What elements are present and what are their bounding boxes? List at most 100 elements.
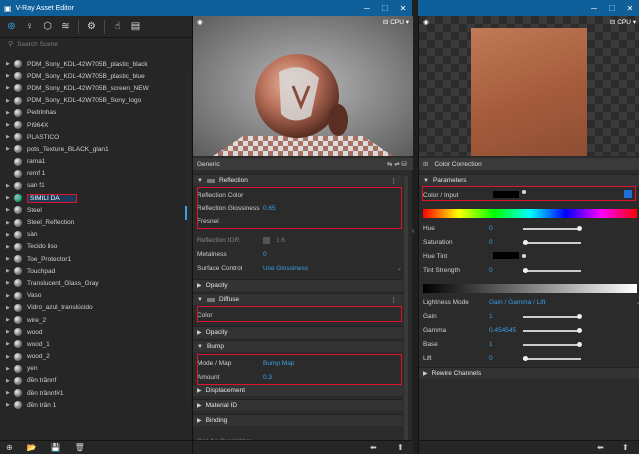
slider-knob[interactable] — [523, 240, 528, 245]
saturation-slider[interactable] — [523, 242, 581, 244]
expand-arrow-icon[interactable]: ▶ — [6, 207, 14, 213]
list-item[interactable]: ▶ wood_1 — [0, 338, 186, 350]
lightness-gradient-bar[interactable] — [423, 284, 637, 293]
diffuse-section-header[interactable]: ▼ Diffuse ⋮ — [193, 293, 403, 305]
list-item[interactable]: ▶ PDM_Sony_KDL-42W705B_plastic_blue — [0, 70, 186, 82]
chevron-down-icon[interactable]: ⌄ — [397, 264, 402, 272]
list-item[interactable]: ▶ Touchpad — [0, 265, 186, 277]
list-scrollbar-track[interactable] — [187, 74, 190, 404]
close-button-2[interactable]: ✕ — [621, 0, 639, 16]
expand-arrow-icon[interactable]: ▶ — [6, 244, 14, 250]
list-item[interactable]: ▶ đền trầnnf — [0, 375, 186, 387]
slider-knob[interactable] — [577, 314, 582, 319]
list-item[interactable]: ▶ Pedrinhas — [0, 107, 186, 119]
preview-eye-icon[interactable]: ◉ — [197, 18, 203, 28]
interactive-render-icon[interactable]: ☝ — [110, 19, 125, 34]
list-item[interactable]: rama1 — [0, 156, 186, 168]
list-item[interactable]: ▶ Steel_Reflection — [0, 216, 186, 228]
expand-arrow-icon[interactable]: ▶ — [6, 268, 14, 274]
list-item[interactable]: ▶ Tecido liso — [0, 241, 186, 253]
tint-strength-value[interactable]: 0 — [489, 267, 493, 274]
maximize-button[interactable]: ☐ — [376, 0, 394, 16]
bump-section-header[interactable]: ▼ Bump — [193, 340, 403, 352]
list-item[interactable]: ▶ Toe_Protector1 — [0, 253, 186, 265]
expand-arrow-icon[interactable]: ▶ — [6, 134, 14, 140]
slider-knob[interactable] — [577, 328, 582, 333]
expand-arrow-icon[interactable]: ▶ — [6, 232, 14, 238]
expand-arrow-icon[interactable]: ▶ — [6, 305, 14, 311]
list-item[interactable]: ▶ PLASTICO — [0, 131, 186, 143]
settings-gear-icon[interactable]: ⚙ — [84, 19, 99, 34]
parameters-section-header[interactable]: ▼ Parameters — [419, 174, 639, 186]
hue-tint-swatch[interactable] — [493, 252, 519, 259]
list-item[interactable]: remf 1 — [0, 168, 186, 180]
expand-arrow-icon[interactable]: ▶ — [6, 73, 14, 79]
close-button[interactable]: ✕ — [394, 0, 412, 16]
gamma-value[interactable]: 0.454545 — [489, 327, 516, 334]
section-toggle-icon[interactable] — [206, 297, 215, 302]
add-asset-icon[interactable]: ⊕ — [6, 443, 13, 452]
more-menu-icon[interactable]: ⋮ — [391, 177, 398, 185]
list-item[interactable]: ▶ wood — [0, 326, 186, 338]
lift-value[interactable]: 0 — [489, 355, 493, 362]
list-item[interactable]: ▶ PDM_Sony_KDL-42W705B_screen_NEW — [0, 82, 186, 94]
search-input[interactable]: Search Scene — [17, 41, 58, 48]
cpu-label-2[interactable]: CPU — [617, 19, 631, 26]
lift-slider[interactable] — [523, 358, 581, 360]
tint-strength-slider[interactable] — [523, 270, 581, 272]
up-arrow-icon[interactable]: ⬆ — [397, 443, 404, 452]
opacity-section-header[interactable]: ▶ Opacity — [193, 279, 403, 291]
list-item[interactable]: ▶ san f1 — [0, 180, 186, 192]
list-item[interactable]: ▶ Vidro_azul_translúcido — [0, 302, 186, 314]
gain-value[interactable]: 1 — [489, 313, 493, 320]
open-folder-icon[interactable]: 📂 — [27, 443, 37, 452]
search-bar[interactable]: ⚲ Search Scene — [0, 38, 192, 50]
slider-knob[interactable] — [577, 342, 582, 347]
lights-tab-icon[interactable]: ♀ — [22, 19, 37, 34]
minimize-button-2[interactable]: ─ — [585, 0, 603, 16]
list-item[interactable]: ▶ Steel — [0, 204, 186, 216]
preview-eye-icon[interactable]: ◉ — [423, 18, 429, 28]
list-item[interactable]: ▶ wire_2 — [0, 314, 186, 326]
list-item[interactable]: ▶ đền trần 1 — [0, 399, 186, 411]
expand-arrow-icon[interactable]: ▶ — [6, 98, 14, 104]
render-icon[interactable]: ⊟ — [610, 19, 615, 26]
delete-icon[interactable]: 🗑 — [75, 443, 85, 452]
rewire-channels-section-header[interactable]: ▶ Rewire Channels — [419, 367, 639, 379]
header-tools-icon[interactable]: ⇆ ⇌ ⛁ — [387, 160, 407, 168]
layers-tab-icon[interactable]: ≋ — [58, 19, 73, 34]
list-item[interactable]: ▶ PI964X — [0, 119, 186, 131]
opacity-section-header-2[interactable]: ▶ Opacity — [193, 326, 403, 338]
ior-value[interactable]: 1.6 — [276, 237, 285, 244]
expand-arrow-icon[interactable]: ▶ — [6, 378, 14, 384]
reflection-section-header[interactable]: ▼ Reflection ⋮ — [193, 174, 403, 186]
frame-buffer-icon[interactable]: ▤ — [128, 19, 143, 34]
expand-arrow-icon[interactable]: ▶ — [6, 354, 14, 360]
expand-arrow-icon[interactable]: ▶ — [6, 280, 14, 286]
minimize-button[interactable]: ─ — [358, 0, 376, 16]
back-arrow-icon[interactable]: ⬅ — [370, 443, 377, 452]
slider-knob[interactable] — [523, 268, 528, 273]
up-arrow-icon[interactable]: ⬆ — [622, 443, 629, 452]
expand-arrow-icon[interactable]: ▶ — [6, 85, 14, 91]
back-arrow-icon[interactable]: ⬅ — [597, 443, 604, 452]
render-icon[interactable]: ⊟ — [383, 19, 388, 26]
expand-arrow-icon[interactable]: ▶ — [6, 61, 14, 67]
geometry-tab-icon[interactable]: ⬡ — [40, 19, 55, 34]
gain-slider[interactable] — [523, 316, 581, 318]
list-item[interactable]: ▶ Translucent_Glass_Gray — [0, 277, 186, 289]
expand-arrow-icon[interactable]: ▶ — [6, 122, 14, 128]
hue-spectrum-bar[interactable] — [423, 209, 637, 218]
ior-map-icon[interactable] — [263, 236, 270, 244]
list-item[interactable]: ▶ yen — [0, 363, 186, 375]
base-value[interactable]: 1 — [489, 341, 493, 348]
chevron-down-icon[interactable]: ⌄ — [636, 298, 639, 306]
save-icon[interactable]: 💾 — [51, 443, 61, 452]
properties-scrollbar[interactable] — [404, 176, 408, 441]
list-item[interactable]: ▶ PDM_Sony_KDL-42W705B_Sony_logo — [0, 95, 186, 107]
expand-arrow-icon[interactable]: ▶ — [6, 110, 14, 116]
expand-arrow-icon[interactable]: ▶ — [6, 183, 14, 189]
hue-slider[interactable] — [523, 228, 581, 230]
expand-arrow-icon[interactable]: ▶ — [6, 220, 14, 226]
materials-tab-icon[interactable]: ⊛ — [4, 19, 19, 34]
